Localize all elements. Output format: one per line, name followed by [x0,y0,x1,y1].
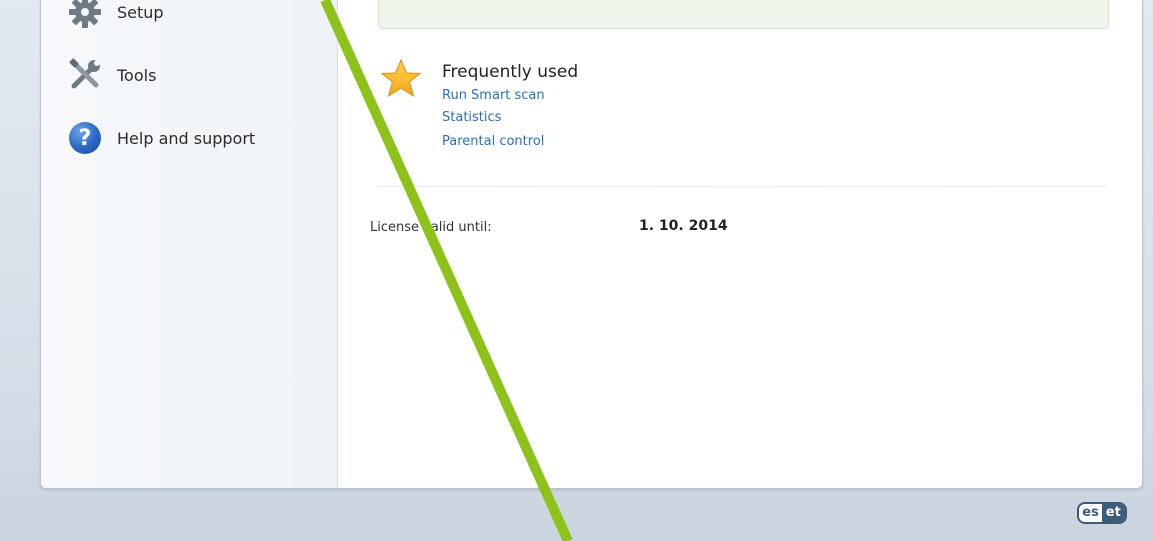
help-icon: ? [65,118,105,158]
run-smart-scan-link[interactable]: Run Smart scan [442,88,545,103]
main-window: Setup Tools ? Help and support Frequentl… [40,0,1143,489]
license-value: 1. 10. 2014 [639,218,728,234]
sidebar-item-label: Help and support [117,128,256,148]
status-panel [378,0,1109,29]
eset-logo: es et [1067,501,1137,525]
sidebar-item-setup[interactable]: Setup [65,0,164,32]
sidebar: Setup Tools ? Help and support [41,0,338,488]
sidebar-item-label: Setup [117,2,164,22]
frequently-used-title: Frequently used [442,62,579,82]
app-frame: Setup Tools ? Help and support Frequentl… [0,0,1153,541]
logo-text-et: et [1101,504,1125,522]
divider [378,186,1107,187]
license-label: License valid until: [370,220,492,235]
sidebar-item-help[interactable]: ? Help and support [65,118,255,158]
sidebar-item-tools[interactable]: Tools [65,55,156,95]
parental-control-link[interactable]: Parental control [442,134,544,149]
statistics-link[interactable]: Statistics [442,110,501,125]
tools-icon [65,55,105,95]
gear-icon [65,0,105,32]
sidebar-item-label: Tools [117,65,157,85]
logo-text-es: es [1079,504,1102,522]
main-content: Frequently used Run Smart scan Statistic… [338,0,1142,488]
star-icon [380,58,422,98]
